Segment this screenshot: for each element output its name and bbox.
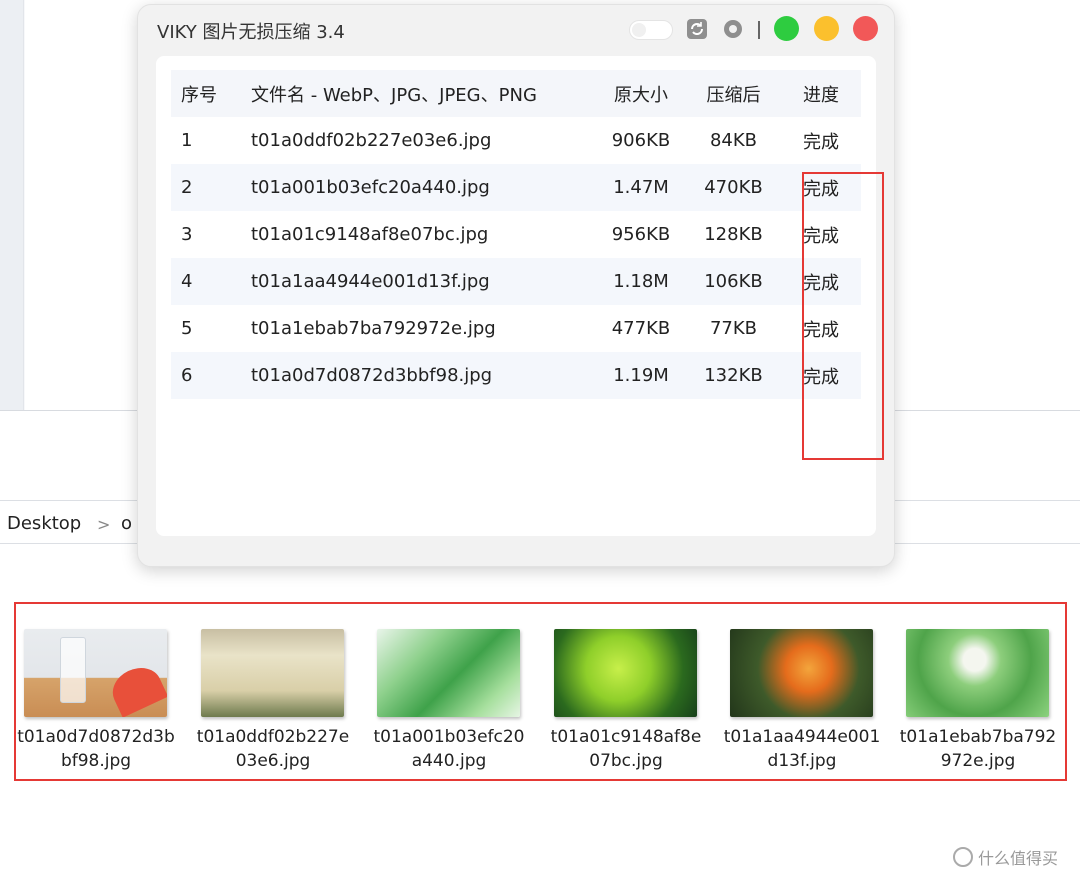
background-sidebar [0, 0, 24, 410]
file-thumbnail[interactable] [377, 629, 520, 717]
row-index: 1 [181, 130, 193, 151]
file-thumbnail[interactable] [906, 629, 1049, 717]
file-name: t01a1ebab7ba792972e.jpg [899, 727, 1057, 771]
header-compressed-size: 压缩后 [706, 84, 761, 106]
file-item[interactable]: t01a1ebab7ba792972e.jpg [900, 629, 1056, 773]
table-row[interactable]: 1 t01a0ddf02b227e03e6.jpg 906KB 84KB 完成 [171, 117, 861, 164]
file-name: t01a1aa4944e001d13f.jpg [723, 727, 881, 771]
header-filename: 文件名 - WebP、JPG、JPEG、PNG [251, 84, 537, 106]
row-compressed-size: 84KB [709, 130, 758, 151]
breadcrumb-desktop[interactable]: Desktop [7, 513, 81, 534]
row-filename: t01a1aa4944e001d13f.jpg [251, 271, 490, 292]
close-button[interactable] [853, 16, 878, 41]
row-original-size: 1.47M [613, 177, 669, 198]
row-filename: t01a0ddf02b227e03e6.jpg [251, 130, 492, 151]
breadcrumb-next[interactable]: o [121, 513, 132, 534]
row-compressed-size: 77KB [709, 318, 758, 339]
row-original-size: 956KB [611, 224, 671, 245]
row-original-size: 906KB [611, 130, 671, 151]
settings-icon[interactable] [722, 18, 744, 40]
table-header-row: 序号 文件名 - WebP、JPG、JPEG、PNG 原大小 压缩后 进度 [171, 70, 861, 117]
file-table: 序号 文件名 - WebP、JPG、JPEG、PNG 原大小 压缩后 进度 1 … [171, 70, 861, 399]
row-original-size: 477KB [611, 318, 671, 339]
thumbnail-highlight-box: t01a0d7d0872d3bbf98.jpg t01a0ddf02b227e0… [14, 602, 1067, 781]
table-row[interactable]: 6 t01a0d7d0872d3bbf98.jpg 1.19M 132KB 完成 [171, 352, 861, 399]
row-compressed-size: 106KB [704, 271, 763, 292]
toolbar-divider [758, 21, 760, 39]
file-name: t01a0d7d0872d3bbf98.jpg [17, 727, 175, 771]
toggle-switch[interactable] [629, 20, 673, 40]
header-original-size: 原大小 [614, 84, 668, 106]
status-highlight-box [802, 172, 884, 460]
row-index: 2 [181, 177, 193, 198]
file-thumbnail[interactable] [554, 629, 697, 717]
table-row[interactable]: 4 t01a1aa4944e001d13f.jpg 1.18M 106KB 完成 [171, 258, 861, 305]
row-index: 6 [181, 365, 193, 386]
file-item[interactable]: t01a0d7d0872d3bbf98.jpg [17, 629, 175, 773]
table-row[interactable]: 3 t01a01c9148af8e07bc.jpg 956KB 128KB 完成 [171, 211, 861, 258]
row-compressed-size: 132KB [704, 365, 763, 386]
watermark-logo-icon [953, 847, 973, 867]
header-index: 序号 [181, 84, 217, 106]
file-list-panel: 序号 文件名 - WebP、JPG、JPEG、PNG 原大小 压缩后 进度 1 … [156, 56, 884, 536]
row-filename: t01a0d7d0872d3bbf98.jpg [251, 365, 493, 386]
row-compressed-size: 128KB [704, 224, 763, 245]
refresh-icon[interactable] [686, 18, 708, 40]
file-item[interactable]: t01a01c9148af8e07bc.jpg [551, 629, 701, 773]
file-thumbnail[interactable] [201, 629, 344, 717]
file-item[interactable]: t01a1aa4944e001d13f.jpg [724, 629, 880, 773]
watermark-text: 什么值得买 [978, 849, 1059, 868]
table-row[interactable]: 2 t01a001b03efc20a440.jpg 1.47M 470KB 完成 [171, 164, 861, 211]
file-thumbnail[interactable] [730, 629, 873, 717]
row-original-size: 1.19M [613, 365, 669, 386]
row-filename: t01a1ebab7ba792972e.jpg [251, 318, 496, 339]
toggle-knob [632, 23, 646, 37]
file-thumbnail[interactable] [24, 629, 167, 717]
file-item[interactable]: t01a0ddf02b227e03e6.jpg [197, 629, 349, 773]
window-title: VIKY 图片无损压缩 3.4 [157, 22, 345, 43]
row-filename: t01a01c9148af8e07bc.jpg [251, 224, 489, 245]
breadcrumb-chevron-icon: > [97, 515, 111, 534]
maximize-button[interactable] [774, 16, 799, 41]
compressor-window: VIKY 图片无损压缩 3.4 序号 文件名 - WebP、JPG、JPEG、P… [137, 4, 895, 567]
file-name: t01a0ddf02b227e03e6.jpg [196, 727, 350, 771]
row-compressed-size: 470KB [704, 177, 763, 198]
file-name: t01a01c9148af8e07bc.jpg [550, 727, 702, 771]
row-filename: t01a001b03efc20a440.jpg [251, 177, 490, 198]
row-progress-status: 完成 [803, 131, 839, 153]
minimize-button[interactable] [814, 16, 839, 41]
table-row[interactable]: 5 t01a1ebab7ba792972e.jpg 477KB 77KB 完成 [171, 305, 861, 352]
row-index: 4 [181, 271, 193, 292]
file-name: t01a001b03efc20a440.jpg [373, 727, 525, 771]
row-original-size: 1.18M [613, 271, 669, 292]
header-progress: 进度 [803, 84, 839, 106]
file-item[interactable]: t01a001b03efc20a440.jpg [373, 629, 525, 773]
row-index: 5 [181, 318, 193, 339]
row-index: 3 [181, 224, 193, 245]
